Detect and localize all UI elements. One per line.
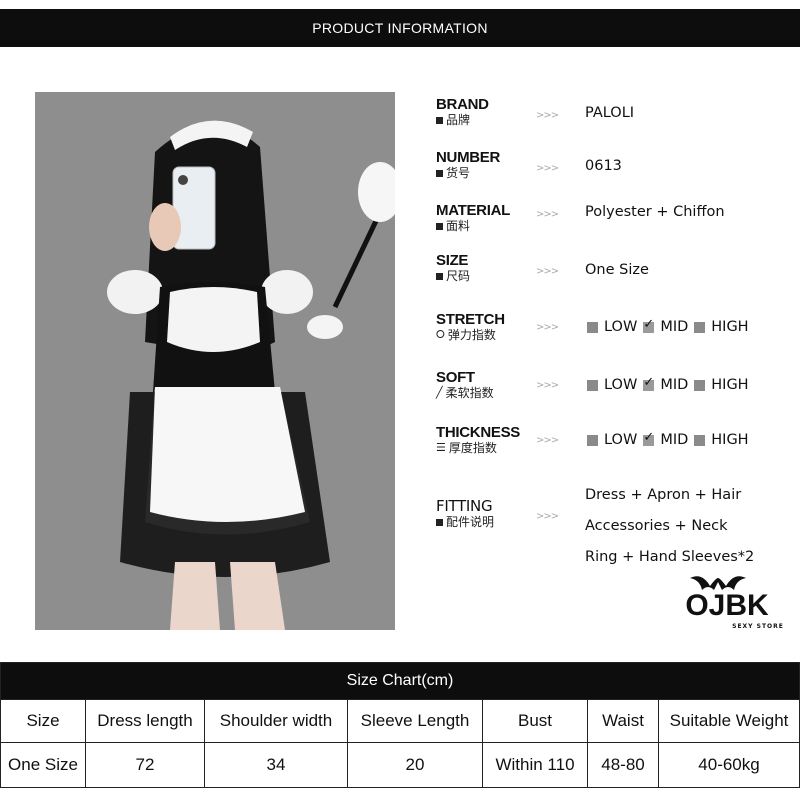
- checkbox-icon: [587, 434, 598, 446]
- option-mid: MID: [660, 377, 689, 393]
- arrow-icon: >>>: [536, 266, 559, 277]
- spec-label-zh: 货号: [436, 166, 500, 180]
- banner-title: PRODUCT INFORMATION: [312, 20, 488, 36]
- spec-value: Polyester + Chiffon: [585, 204, 725, 220]
- spec-label: SIZE 尺码: [436, 253, 470, 283]
- product-photo: [35, 92, 395, 630]
- fitting-line: Dress + Apron + Hair: [585, 487, 742, 503]
- fitting-value: Dress + Apron + Hair Accessories + Neck …: [585, 480, 754, 573]
- header-cell: Suitable Weight: [658, 699, 800, 743]
- option-low: LOW: [604, 319, 638, 335]
- arrow-icon: >>>: [536, 380, 559, 391]
- spec-label-zh: ⭘ 弹力指数: [436, 328, 496, 342]
- soft-scale: LOW MID HIGH: [587, 375, 755, 393]
- table-cell: 20: [347, 742, 483, 788]
- spec-label: BRAND 品牌: [436, 97, 489, 127]
- checked-checkbox-icon: [643, 430, 655, 446]
- square-bullet-icon: [436, 116, 443, 124]
- table-cell: Within 110: [482, 742, 588, 788]
- header-cell: Size: [0, 699, 86, 743]
- table-cell: 40-60kg: [658, 742, 800, 788]
- size-chart-title: Size Chart(cm): [0, 662, 800, 700]
- table-cell: 34: [204, 742, 348, 788]
- spec-label: NUMBER 货号: [436, 150, 500, 180]
- product-info-banner: PRODUCT INFORMATION: [0, 9, 800, 47]
- table-cell: One Size: [0, 742, 86, 788]
- logo-wordmark: OJBK: [685, 589, 769, 622]
- spec-label-en: MATERIAL: [436, 202, 510, 219]
- spec-label-en: THICKNESS: [436, 424, 520, 441]
- spec-label: MATERIAL 面料: [436, 203, 510, 233]
- layers-icon: ☰: [436, 441, 446, 454]
- checkbox-icon: [694, 321, 706, 333]
- spec-label-zh: 配件说明: [436, 515, 494, 529]
- arrow-icon: >>>: [536, 435, 559, 446]
- option-mid: MID: [660, 432, 689, 448]
- table-cell: 48-80: [587, 742, 659, 788]
- logo-subtitle: SEXY STORE: [732, 623, 784, 630]
- thickness-scale: LOW MID HIGH: [587, 430, 755, 448]
- spec-value: 0613: [585, 158, 622, 174]
- spec-label-en: BRAND: [436, 96, 489, 113]
- checkbox-icon: [694, 379, 706, 391]
- spec-value: PALOLI: [585, 105, 635, 121]
- header-cell: Waist: [587, 699, 659, 743]
- header-cell: Shoulder width: [204, 699, 348, 743]
- spec-label-en: FITTING: [436, 497, 493, 515]
- checkbox-icon: [694, 434, 706, 446]
- spec-label-en: SOFT: [436, 369, 475, 386]
- square-bullet-icon: [436, 169, 443, 177]
- arrow-icon: >>>: [536, 110, 559, 121]
- checkbox-icon: [587, 321, 598, 333]
- arrow-icon: >>>: [536, 322, 559, 333]
- table-row: One Size 72 34 20 Within 110 48-80 40-60…: [0, 742, 800, 788]
- arrow-icon: >>>: [536, 209, 559, 220]
- feather-icon: ╱: [436, 386, 443, 399]
- header-cell: Bust: [482, 699, 588, 743]
- square-bullet-icon: [436, 518, 443, 526]
- checked-checkbox-icon: [643, 317, 655, 333]
- header-cell: Dress length: [85, 699, 205, 743]
- arrow-icon: >>>: [536, 163, 559, 174]
- square-bullet-icon: [436, 222, 443, 230]
- size-chart-table: Size Chart(cm) Size Dress length Shoulde…: [0, 662, 800, 788]
- option-high: HIGH: [711, 432, 749, 448]
- checked-checkbox-icon: [643, 375, 655, 391]
- spec-label-en: SIZE: [436, 252, 469, 269]
- option-mid: MID: [660, 319, 689, 335]
- option-high: HIGH: [711, 319, 749, 335]
- table-cell: 72: [85, 742, 205, 788]
- header-cell: Sleeve Length: [347, 699, 483, 743]
- store-logo: OJBK SEXY STORE: [662, 568, 792, 634]
- arrow-icon: >>>: [536, 511, 559, 522]
- spec-label-en: STRETCH: [436, 311, 505, 328]
- spec-label: SOFT ╱ 柔软指数: [436, 370, 494, 400]
- spec-label-zh: 尺码: [436, 269, 470, 283]
- fitting-line: Accessories + Neck: [585, 518, 728, 534]
- option-low: LOW: [604, 432, 638, 448]
- stretch-scale: LOW MID HIGH: [587, 317, 755, 335]
- spec-label: STRETCH ⭘ 弹力指数: [436, 312, 505, 342]
- checkbox-icon: [587, 379, 598, 391]
- spec-label-en: NUMBER: [436, 149, 501, 166]
- spec-label-zh: 品牌: [436, 113, 489, 127]
- square-bullet-icon: [436, 272, 443, 280]
- spec-value: One Size: [585, 262, 649, 278]
- ring-icon: ⭘: [436, 328, 445, 341]
- spec-label-zh: ╱ 柔软指数: [436, 386, 494, 400]
- spec-label-zh: 面料: [436, 219, 510, 233]
- table-header-row: Size Dress length Shoulder width Sleeve …: [0, 699, 800, 743]
- option-low: LOW: [604, 377, 638, 393]
- spec-label: THICKNESS ☰ 厚度指数: [436, 425, 520, 455]
- spec-label: FITTING 配件说明: [436, 499, 494, 529]
- spec-label-zh: ☰ 厚度指数: [436, 441, 497, 455]
- option-high: HIGH: [711, 377, 749, 393]
